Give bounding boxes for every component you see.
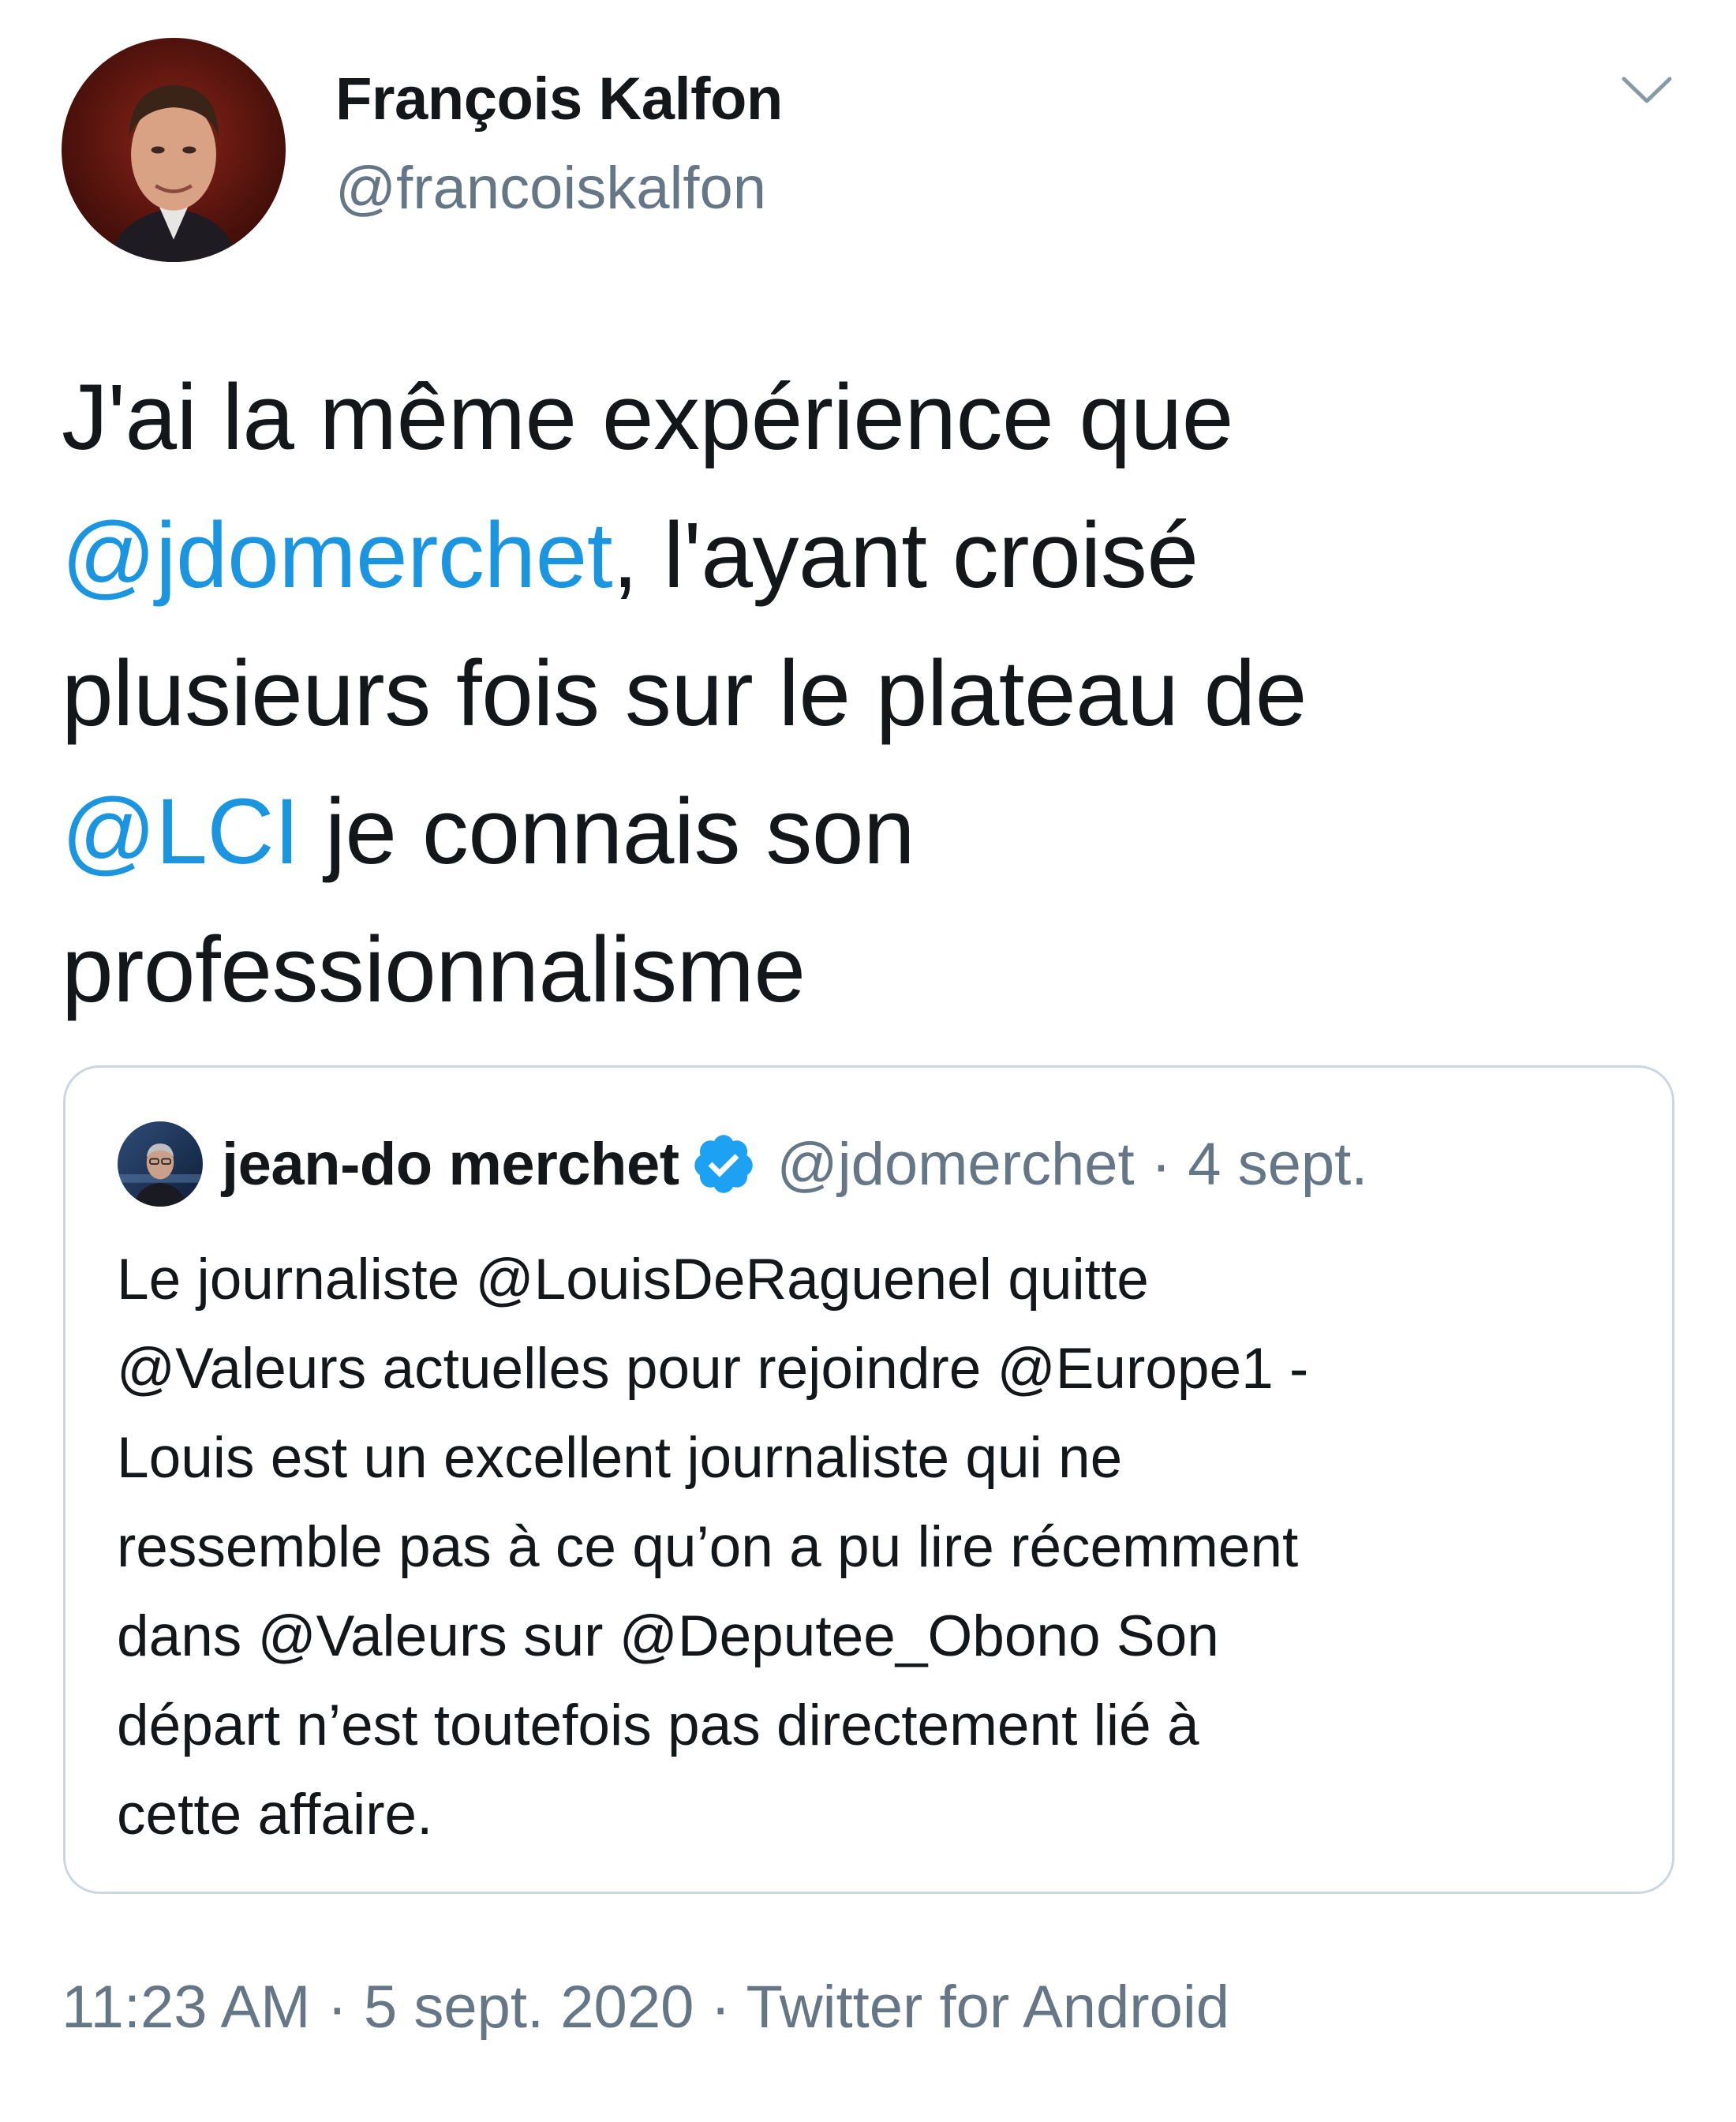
tweet-text-segment: je connais son [299,780,915,884]
quoted-author-name[interactable]: jean-do merchet [222,1130,679,1199]
author-avatar[interactable] [62,38,286,262]
quoted-text-line: Le journaliste @LouisDeRaguenel quitte [117,1248,1149,1312]
quoted-text-line: départ n’est toutefois pas directement l… [117,1693,1199,1757]
tweet-text-segment: , l'ayant croisé [612,503,1199,608]
mention-link-jdomerchet[interactable]: @jdomerchet [62,503,613,608]
quoted-tweet-text: Le journaliste @LouisDeRaguenel quitte @… [117,1235,1656,1859]
tweet-text-segment: J'ai la même expérience que [62,365,1233,470]
tweet-text-segment: professionnalisme [62,918,806,1022]
quoted-text-line: @Valeurs actuelles pour rejoindre @Europ… [117,1337,1309,1401]
quoted-handle-and-date[interactable]: @jdomerchet · 4 sept. [777,1130,1368,1199]
author-handle[interactable]: @francoiskalfon [335,154,766,223]
tweet-line: J'ai la même expérience que [62,349,1687,487]
tweet-date[interactable]: 5 sept. 2020 [364,1974,694,2041]
separator: · [694,1974,746,2041]
verified-badge-icon [690,1131,757,1197]
separator: · [310,1974,365,2041]
tweet-line: plusieurs fois sur le plateau de [62,625,1687,763]
tweet-text-segment: plusieurs fois sur le plateau de [62,642,1307,746]
tweet-source-link[interactable]: Twitter for Android [746,1974,1230,2041]
tweet-timestamp-footer: 11:23 AM · 5 sept. 2020 · Twitter for An… [62,1973,1229,2042]
tweet-line: professionnalisme [62,901,1687,1039]
tweet-text: J'ai la même expérience que @jdomerchet,… [62,349,1687,1039]
quoted-text-line: dans @Valeurs sur @Deputee_Obono Son [117,1604,1219,1668]
chevron-down-icon[interactable] [1619,71,1674,110]
tweet-line: @LCI je connais son [62,763,1687,901]
tweet-line: @jdomerchet, l'ayant croisé [62,487,1687,625]
quoted-tweet-card[interactable]: jean-do merchet @jdomerchet · 4 sept. Le… [63,1065,1674,1894]
quoted-text-line: Louis est un excellent journaliste qui n… [117,1426,1123,1490]
tweet-time[interactable]: 11:23 AM [62,1974,310,2041]
quoted-author-avatar[interactable] [118,1121,203,1207]
author-display-name[interactable]: François Kalfon [335,65,783,133]
quoted-tweet-header: jean-do merchet @jdomerchet · 4 sept. [222,1125,1367,1203]
tweet: François Kalfon @francoiskalfon J'ai la … [0,0,1736,2122]
quoted-text-line: cette affaire. [117,1783,433,1847]
mention-link-lci[interactable]: @LCI [62,780,300,884]
quoted-text-line: ressemble pas à ce qu’on a pu lire récem… [117,1515,1299,1579]
